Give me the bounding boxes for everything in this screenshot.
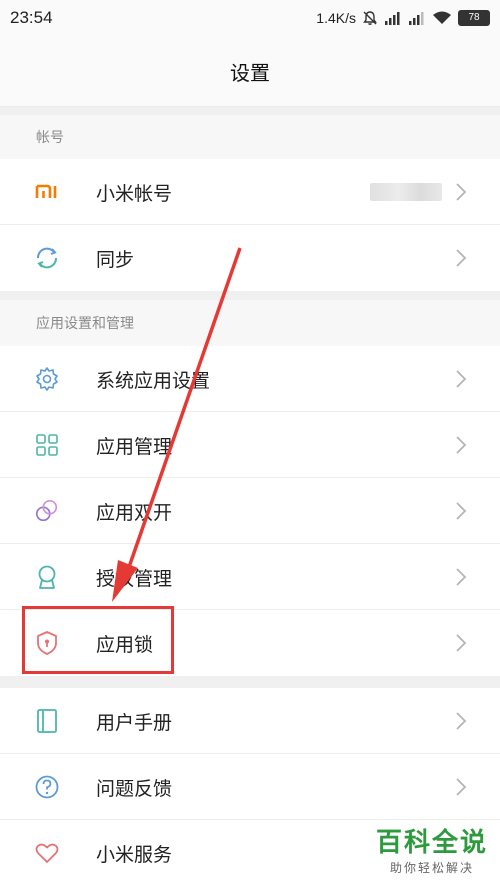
battery-icon: 78 [458,10,490,26]
watermark-sub: 助你轻松解决 [389,861,474,875]
settings-item-sync[interactable]: 同步 [0,225,500,291]
status-time: 23:54 [10,8,53,27]
chevron-right-icon [456,568,467,586]
mi-logo-icon [34,179,60,205]
settings-item-label: 应用管理 [96,435,173,458]
section-gap [0,676,500,688]
account-id-blurred [370,183,442,201]
grid-icon [34,432,60,458]
settings-item-label: 同步 [96,248,135,271]
settings-item-mi-account[interactable]: 小米帐号 [0,159,500,225]
status-indicators: 1.4K/s 78 [316,10,490,26]
network-speed: 1.4K/s [316,10,356,26]
chevron-right-icon [456,183,467,201]
section-gap [0,291,500,300]
chevron-right-icon [456,436,467,454]
settings-item-permissions[interactable]: 授权管理 [0,544,500,610]
settings-item-app-manager[interactable]: 应用管理 [0,412,500,478]
settings-item-label: 授权管理 [96,567,173,590]
settings-item-app-lock[interactable]: 应用锁 [0,610,500,676]
gear-icon [34,366,60,392]
sync-icon [34,245,60,271]
settings-item-user-manual[interactable]: 用户手册 [0,688,500,754]
wifi-icon [433,11,451,24]
signal-icon [385,12,400,25]
settings-item-label: 用户手册 [96,711,173,734]
section-header-apps: 应用设置和管理 [0,300,500,346]
section-title: 帐号 [36,130,64,146]
chevron-right-icon [456,634,467,652]
watermark-main: 百科全说 [375,828,488,858]
chevron-right-icon [456,370,467,388]
dual-circle-icon [34,498,60,524]
shield-lock-icon [34,630,60,656]
settings-item-feedback[interactable]: 问题反馈 [0,754,500,820]
settings-item-label: 应用双开 [96,501,173,524]
question-icon [34,774,60,800]
settings-item-dual-apps[interactable]: 应用双开 [0,478,500,544]
settings-item-label: 问题反馈 [96,777,173,800]
page-title: 设置 [230,60,270,85]
heart-icon [34,840,60,866]
settings-screen: 23:54 1.4K/s 78 设置 帐号 小米帐号 同步 应用设置和管理 系统… [0,0,500,886]
chevron-right-icon [456,502,467,520]
settings-item-label: 应用锁 [96,633,154,656]
chevron-right-icon [456,778,467,796]
book-icon [34,708,60,734]
app-header: 设置 [0,36,500,107]
section-title: 应用设置和管理 [36,316,134,332]
settings-item-label: 小米帐号 [96,182,173,205]
status-bar: 23:54 1.4K/s 78 [0,0,500,36]
settings-item-label: 系统应用设置 [96,369,211,392]
settings-item-label: 小米服务 [96,843,173,866]
settings-item-system-apps[interactable]: 系统应用设置 [0,346,500,412]
mute-bell-icon [363,11,377,25]
section-gap [0,107,500,115]
section-header-account: 帐号 [0,115,500,159]
badge-icon [34,564,60,590]
chevron-right-icon [456,712,467,730]
watermark-logo: 百科全说 助你轻松解决 [376,822,488,876]
chevron-right-icon [456,249,467,267]
signal-icon [409,12,424,25]
